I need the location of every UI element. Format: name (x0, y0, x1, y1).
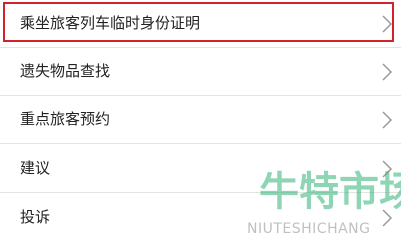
menu-item-lost-property[interactable]: 遗失物品查找 (0, 48, 401, 96)
menu-item-suggestion[interactable]: 建议 (0, 145, 401, 193)
menu-item-priority-passenger-booking[interactable]: 重点旅客预约 (0, 96, 401, 144)
chevron-right-icon (382, 160, 393, 178)
chevron-right-icon (382, 15, 393, 33)
menu-item-label: 遗失物品查找 (20, 63, 111, 80)
menu-item-complaint[interactable]: 投诉 (0, 194, 401, 242)
menu-item-label: 乘坐旅客列车临时身份证明 (20, 15, 201, 32)
menu-item-label: 投诉 (20, 209, 51, 226)
menu-list: 乘坐旅客列车临时身份证明 遗失物品查找 重点旅客预约 建议 投诉 (0, 0, 401, 243)
chevron-right-icon (382, 209, 393, 227)
chevron-right-icon (382, 63, 393, 81)
menu-item-label: 建议 (20, 160, 51, 177)
menu-item-label: 重点旅客预约 (20, 111, 111, 128)
menu-item-temporary-id-certificate[interactable]: 乘坐旅客列车临时身份证明 (0, 0, 401, 48)
chevron-right-icon (382, 111, 393, 129)
